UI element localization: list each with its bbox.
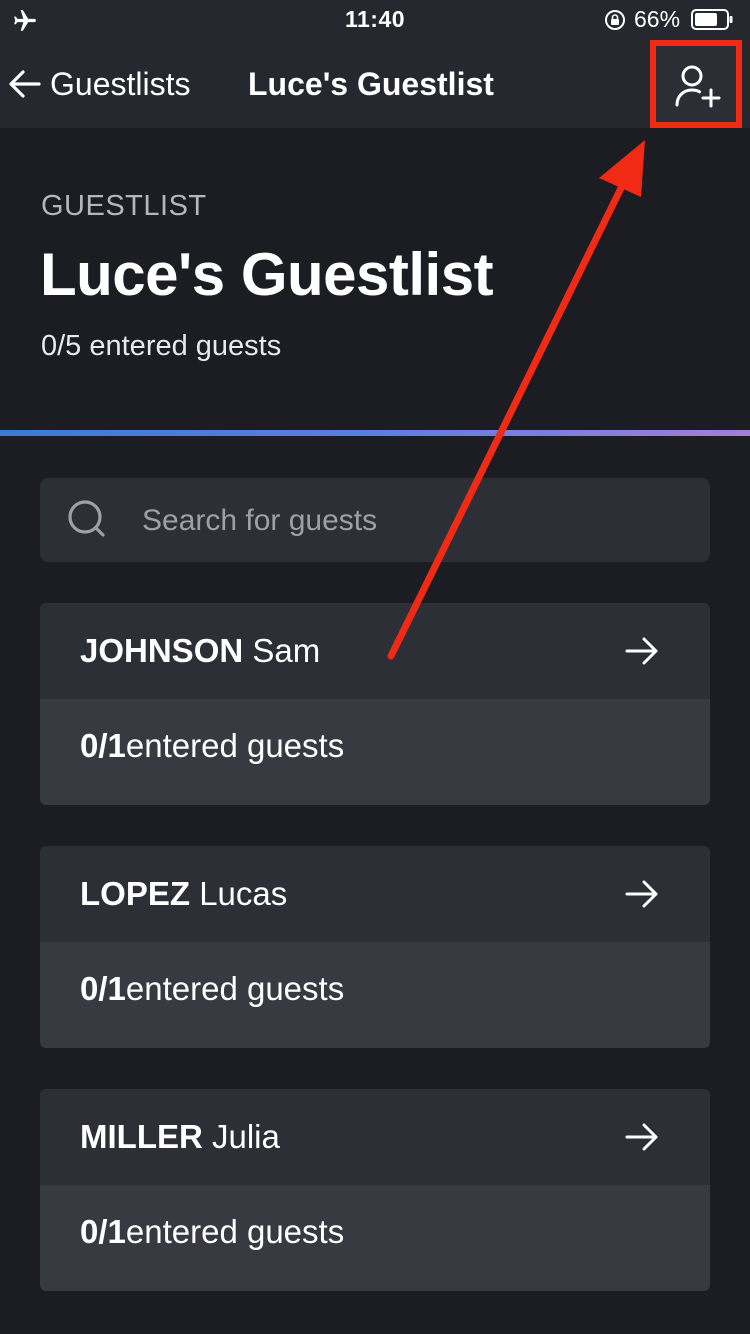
arrow-right-icon[interactable] [624, 633, 660, 669]
entered-label: entered guests [125, 727, 345, 764]
entered-label: entered guests [125, 970, 345, 1007]
battery-icon [691, 9, 733, 30]
entered-guests: 0/1entered guests [80, 727, 344, 765]
guest-card-header: MILLER Julia [40, 1089, 710, 1185]
entered-count: 0/1 [80, 970, 126, 1007]
page-title: Luce's Guestlist [40, 241, 494, 308]
gradient-divider [0, 430, 750, 436]
guest-card-miller[interactable]: MILLER Julia 0/1entered guests [40, 1089, 710, 1291]
guest-last-name: MILLER [80, 1118, 203, 1155]
nav-title: Luce's Guestlist [248, 66, 494, 102]
guest-name: LOPEZ Lucas [80, 875, 287, 913]
guest-first-name: Lucas [199, 875, 288, 912]
guest-card-footer: 0/1entered guests [40, 1185, 710, 1291]
add-guest-button[interactable] [650, 40, 742, 128]
rotation-lock-icon [605, 10, 625, 30]
guest-card-header: LOPEZ Lucas [40, 846, 710, 942]
guest-first-name: Julia [212, 1118, 280, 1155]
back-label: Guestlists [50, 65, 191, 102]
guest-name: JOHNSON Sam [80, 632, 320, 670]
guest-card-footer: 0/1entered guests [40, 942, 710, 1048]
entered-label: entered guests [125, 1213, 345, 1250]
entered-count: 0/1 [80, 1213, 126, 1250]
guest-last-name: JOHNSON [80, 632, 244, 669]
guest-last-name: LOPEZ [80, 875, 191, 912]
section-eyebrow: GUESTLIST [41, 190, 207, 222]
guest-card-lopez[interactable]: LOPEZ Lucas 0/1entered guests [40, 846, 710, 1048]
search-input[interactable] [140, 478, 684, 564]
entered-guests: 0/1entered guests [80, 970, 344, 1008]
guest-card-footer: 0/1entered guests [40, 699, 710, 805]
add-person-icon [675, 65, 721, 108]
status-bar: 11:40 66% [0, 0, 750, 40]
nav-bar: Guestlists Luce's Guestlist [0, 40, 750, 128]
back-button[interactable]: Guestlists [8, 62, 190, 106]
guest-card-johnson[interactable]: JOHNSON Sam 0/1entered guests [40, 603, 710, 805]
arrow-left-icon [9, 70, 41, 98]
arrow-right-icon[interactable] [624, 1119, 660, 1155]
guest-card-header: JOHNSON Sam [40, 603, 710, 699]
search-box [40, 478, 710, 564]
entered-guests: 0/1entered guests [80, 1213, 344, 1251]
guest-first-name: Sam [252, 632, 321, 669]
battery-percent: 66% [634, 6, 681, 32]
entered-count: 0/1 [80, 727, 126, 764]
arrow-right-icon[interactable] [624, 876, 660, 912]
search-icon [68, 500, 105, 537]
guest-name: MILLER Julia [80, 1118, 280, 1156]
entered-summary: 0/5 entered guests [41, 330, 282, 362]
